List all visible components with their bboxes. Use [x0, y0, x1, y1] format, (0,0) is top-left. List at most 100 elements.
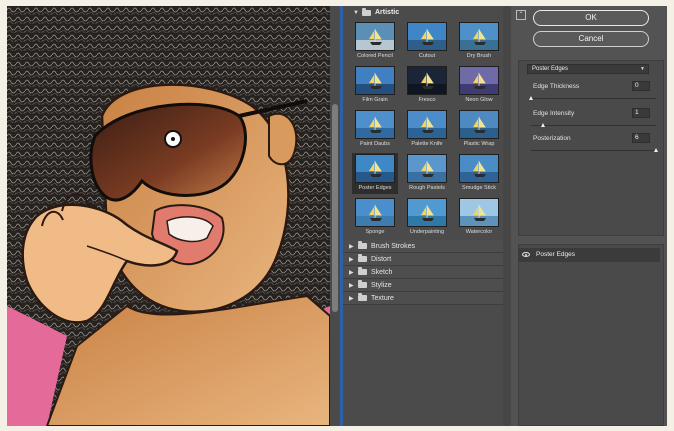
filter-thumbnail-image [407, 66, 447, 95]
filter-thumbnail-label: Colored Pencil [357, 53, 393, 59]
filter-thumbnail[interactable]: Fresco [404, 65, 450, 106]
triangle-right-icon: ▶ [349, 243, 354, 250]
folder-row[interactable]: ▶ Distort [343, 253, 503, 266]
filter-thumbnail-image [355, 22, 395, 51]
filter-thumbnail[interactable]: Palette Knife [404, 109, 450, 150]
triangle-down-icon: ▼ [353, 9, 359, 16]
filter-thumbnail[interactable]: Colored Pencil [352, 21, 398, 62]
edge-thickness-slider[interactable] [528, 96, 656, 100]
filter-settings-panel: ⌃ OK Cancel Poster Edges ▼ Edge Thicknes… [511, 6, 667, 426]
filter-thumbnail-image [355, 110, 395, 139]
filter-thumbnail-image [407, 198, 447, 227]
filter-thumbnail-label: Sponge [365, 229, 385, 235]
filter-thumbnail-label: Palette Knife [411, 141, 443, 147]
effect-layer-row[interactable]: Poster Edges [519, 248, 660, 262]
edge-intensity-slider[interactable] [531, 123, 656, 127]
triangle-right-icon: ▶ [349, 269, 354, 276]
filter-select-value: Poster Edges [532, 66, 569, 72]
folder-icon [358, 241, 367, 249]
eye-icon[interactable] [522, 252, 530, 257]
folder-icon [358, 267, 367, 275]
filter-thumbnail-image [459, 110, 499, 139]
artistic-thumbnails: Colored Pencil Cutout Dry Brush Film Grain F… [343, 19, 503, 236]
filter-thumbnail[interactable]: Film Grain [352, 65, 398, 106]
folder-label: Sketch [371, 268, 393, 276]
preview-scrollbar-thumb[interactable] [332, 104, 338, 312]
folder-row[interactable]: ▶ Brush Strokes [343, 240, 503, 253]
filter-thumbnail-label: Neon Glow [465, 97, 493, 103]
filter-thumbnail-label: Cutout [418, 53, 436, 59]
filter-thumbnail-image [355, 198, 395, 227]
triangle-right-icon: ▶ [349, 282, 354, 289]
filter-thumbnail[interactable]: Cutout [404, 21, 450, 62]
collapsed-folders: ▶ Brush Strokes ▶ Distort ▶ Sketch ▶ Stylize ▶ Te… [343, 240, 503, 305]
filter-thumbnail-label: Poster Edges [358, 185, 392, 191]
folder-icon [358, 254, 367, 262]
filter-options: Poster Edges ▼ Edge Thickness 0 Edge Int… [518, 60, 664, 236]
ok-button[interactable]: OK [533, 10, 649, 26]
filter-thumbnail-label: Smudge Stick [462, 185, 496, 191]
filter-thumbnail-image [407, 22, 447, 51]
filter-thumbnail[interactable]: Smudge Stick [456, 153, 502, 194]
cancel-button[interactable]: Cancel [533, 31, 649, 47]
folder-artistic[interactable]: ▼ Artistic [343, 6, 503, 19]
filter-thumbnail-label: Fresco [418, 97, 436, 103]
filter-thumbnail-label: Rough Pastels [409, 185, 445, 191]
posterization-slider-knob[interactable] [653, 148, 658, 152]
folder-icon [358, 293, 367, 301]
filter-thumbnail[interactable]: Rough Pastels [404, 153, 450, 194]
filter-thumbnail-image [355, 66, 395, 95]
preview-canvas[interactable] [7, 6, 330, 426]
filter-thumbnail-image [407, 110, 447, 139]
filter-thumbnail-image [459, 22, 499, 51]
filter-thumbnail[interactable]: Sponge [352, 197, 398, 238]
filter-thumbnail[interactable]: Neon Glow [456, 65, 502, 106]
folder-row[interactable]: ▶ Texture [343, 292, 503, 305]
filter-thumbnail[interactable]: Underpainting [404, 197, 450, 238]
chevron-down-icon: ▼ [640, 66, 645, 72]
poster-edges-preview-image [7, 6, 330, 426]
filter-thumbnail-label: Film Grain [362, 97, 388, 103]
filter-thumbnail[interactable]: Watercolor [456, 197, 502, 238]
posterization-field[interactable]: 6 [632, 133, 650, 143]
filter-gallery-window: ▼ Artistic Colored Pencil Cutout Dry Brush… [7, 6, 667, 426]
posterization-label: Posterization [533, 135, 571, 142]
gallery-scrollbar[interactable] [503, 6, 511, 426]
edge-intensity-slider-knob[interactable] [541, 123, 545, 127]
collapse-gallery-icon[interactable]: ⌃ [516, 10, 526, 20]
edge-thickness-label: Edge Thickness [533, 83, 580, 90]
folder-icon [362, 7, 371, 16]
filter-thumbnail[interactable]: Plastic Wrap [456, 109, 502, 150]
triangle-right-icon: ▶ [349, 256, 354, 263]
filter-thumbnail[interactable]: Dry Brush [456, 21, 502, 62]
posterization-slider[interactable] [531, 148, 658, 152]
filter-thumbnail-label: Paint Daubs [360, 141, 390, 147]
filter-thumbnail-image [459, 66, 499, 95]
filter-thumbnail-label: Plastic Wrap [463, 141, 495, 147]
filter-thumbnail[interactable]: Poster Edges [352, 153, 398, 194]
filter-thumbnail-image [459, 154, 499, 183]
filter-thumbnail-label: Underpainting [409, 229, 445, 235]
folder-row[interactable]: ▶ Sketch [343, 266, 503, 279]
folder-row[interactable]: ▶ Stylize [343, 279, 503, 292]
triangle-right-icon: ▶ [349, 295, 354, 302]
filter-thumbnail-label: Dry Brush [466, 53, 492, 59]
folder-label: Stylize [371, 281, 392, 289]
preview-scrollbar[interactable] [330, 6, 340, 426]
filter-thumbnail-label: Watercolor [465, 229, 493, 235]
edge-thickness-slider-knob[interactable] [528, 96, 533, 100]
filter-thumbnail[interactable]: Paint Daubs [352, 109, 398, 150]
effect-layers: Poster Edges [518, 244, 664, 426]
edge-intensity-field[interactable]: 1 [632, 108, 650, 118]
edge-intensity-label: Edge Intensity [533, 110, 575, 117]
folder-label: Texture [371, 294, 394, 302]
filter-gallery-list: ▼ Artistic Colored Pencil Cutout Dry Brush… [343, 6, 503, 426]
filter-thumbnail-image [355, 154, 395, 183]
folder-artistic-label: Artistic [375, 9, 400, 16]
folder-label: Brush Strokes [371, 242, 415, 250]
folder-label: Distort [371, 255, 392, 263]
filter-thumbnail-image [407, 154, 447, 183]
filter-select[interactable]: Poster Edges ▼ [527, 64, 649, 74]
filter-thumbnail-image [459, 198, 499, 227]
edge-thickness-field[interactable]: 0 [632, 81, 650, 91]
